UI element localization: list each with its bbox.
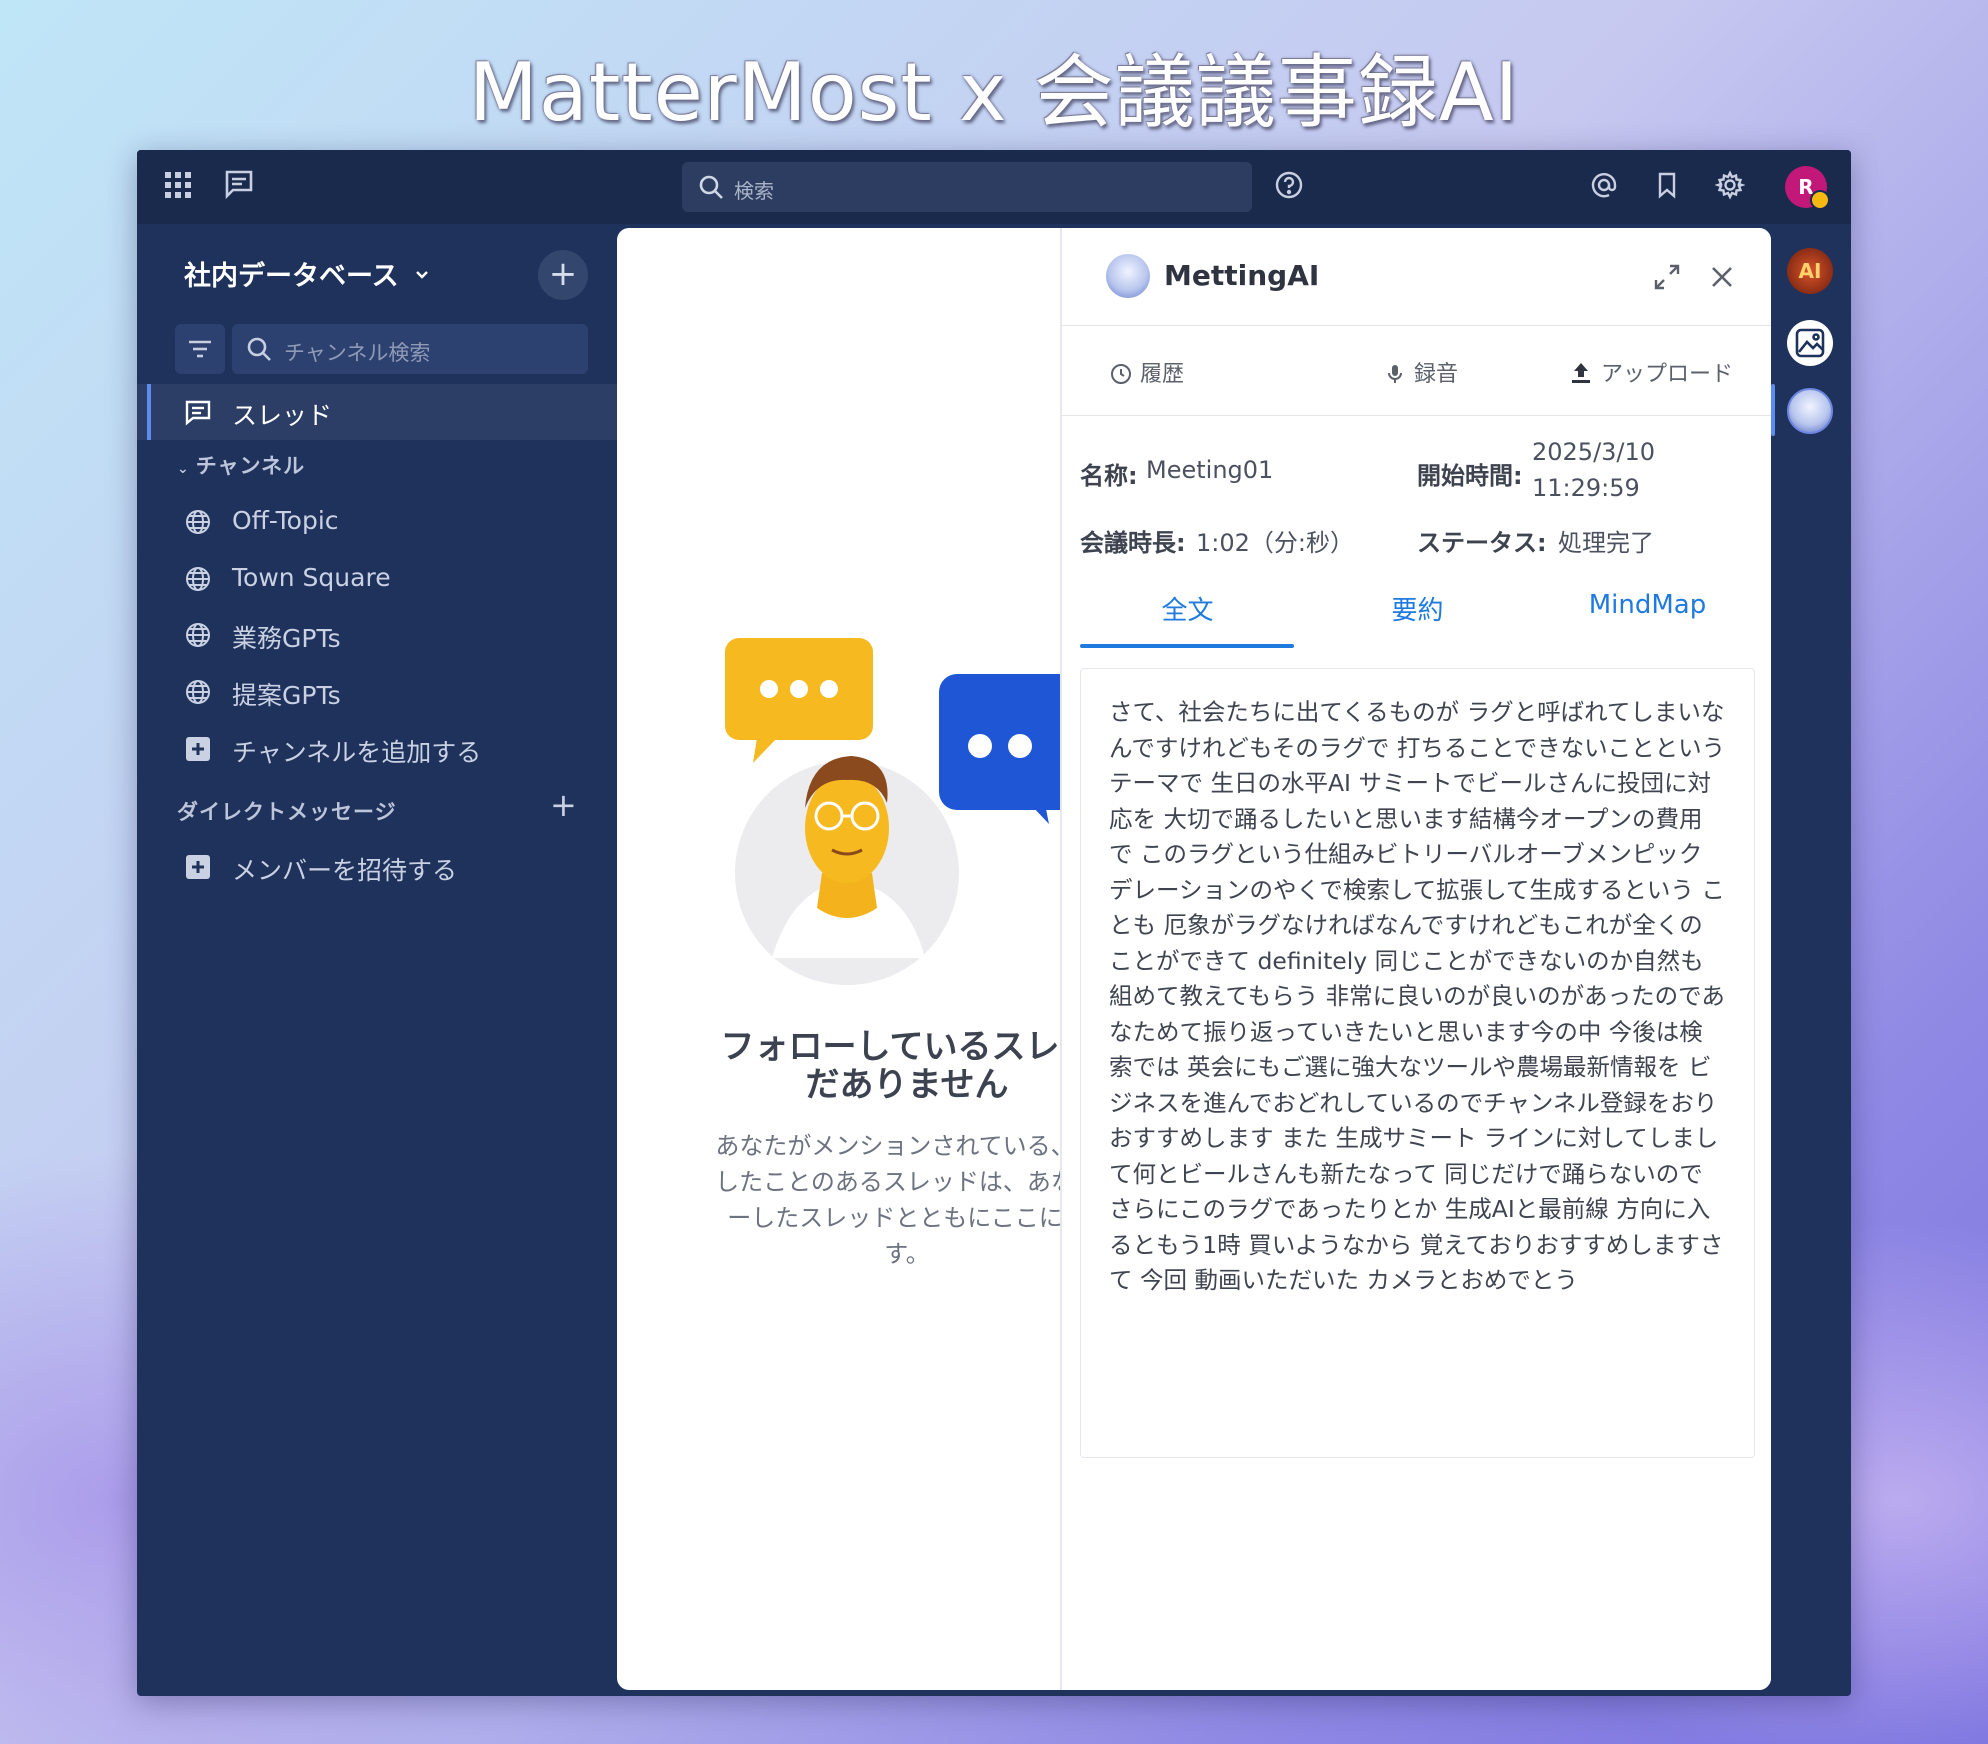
- meta-status-label: ステータス:: [1417, 529, 1547, 557]
- image-app-icon[interactable]: [1787, 320, 1833, 366]
- team-name-menu[interactable]: 社内データベース: [184, 254, 430, 293]
- meta-duration-label: 会議時長:: [1080, 529, 1186, 557]
- sidebar-item-teian-gpts[interactable]: 提案GPTs: [137, 664, 617, 720]
- meta-start-time: 11:29:59: [1532, 474, 1640, 502]
- status-away-badge: [1810, 190, 1830, 210]
- sidebar-item-label: スレッド: [232, 401, 333, 430]
- channels-section-header[interactable]: ⌄ チャンネル: [177, 450, 305, 480]
- tab-upload-label: アップロード: [1601, 362, 1734, 387]
- meta-name-label: 名称:: [1080, 462, 1138, 490]
- sidebar-item-threads[interactable]: スレッド: [137, 384, 617, 440]
- filter-button[interactable]: [175, 324, 225, 374]
- team-name: 社内データベース: [184, 261, 399, 292]
- tab-full-text[interactable]: 全文: [1075, 590, 1300, 627]
- global-search-input[interactable]: 検索: [682, 162, 1252, 212]
- add-button[interactable]: +: [538, 250, 588, 300]
- dm-section-header[interactable]: ダイレクトメッセージ: [177, 796, 397, 826]
- meta-start-label: 開始時間:: [1417, 462, 1523, 490]
- globe-icon: [186, 510, 210, 534]
- meta-status-value: 処理完了: [1558, 529, 1654, 557]
- main-content: フォローしているスレッ だありません あなたがメンションされている、ま したこと…: [617, 228, 1771, 1690]
- channels-product-icon[interactable]: [223, 168, 257, 202]
- globe-icon: [186, 567, 210, 591]
- add-dm-button[interactable]: +: [550, 786, 577, 824]
- microphone-icon: [1388, 365, 1402, 383]
- clock-icon: [1111, 364, 1131, 384]
- empty-threads-illustration: [725, 638, 1077, 985]
- content-tabs: 全文 要約 MindMap: [1080, 590, 1755, 650]
- image-icon: [1795, 328, 1825, 358]
- active-tab-underline: [1080, 644, 1294, 648]
- product-menu-icon[interactable]: [163, 170, 197, 204]
- panel-title: MettingAI: [1164, 259, 1320, 292]
- mattermost-window: 検索 R 社内データベース + チャンネル検索 スレッド ⌄ チャンネル Off…: [137, 150, 1851, 1696]
- invite-members-label: メンバーを招待する: [232, 856, 458, 885]
- active-indicator: [147, 384, 151, 440]
- add-channel-label: チャンネルを追加する: [232, 738, 482, 767]
- globe-icon: [186, 623, 210, 647]
- meta-name-value: Meeting01: [1146, 456, 1274, 484]
- channel-search-placeholder: チャンネル検索: [284, 341, 431, 365]
- sidebar-item-label: Town Square: [232, 563, 391, 592]
- sidebar-item-label: Off-Topic: [232, 506, 339, 535]
- settings-gear-icon[interactable]: [1714, 170, 1749, 204]
- tab-record-label: 録音: [1414, 362, 1459, 387]
- channel-sidebar: 社内データベース + チャンネル検索 スレッド ⌄ チャンネル Off-Topi…: [137, 224, 617, 1696]
- search-icon: [247, 337, 271, 361]
- tab-summary[interactable]: 要約: [1305, 590, 1530, 627]
- panel-action-tabs: 履歴 録音 アップロード: [1062, 326, 1771, 416]
- chevron-down-icon: ⌄: [177, 461, 190, 477]
- plus-box-icon: [186, 855, 210, 879]
- app-bar: AI: [1771, 224, 1851, 1696]
- add-channel-button[interactable]: チャンネルを追加する: [137, 721, 617, 777]
- tab-history-label: 履歴: [1140, 362, 1185, 387]
- filter-icon: [189, 340, 211, 358]
- meeting-ai-panel: MettingAI 履歴 録音 アップロード 名称: Meeting01 開始時…: [1060, 228, 1771, 1690]
- meta-start-date: 2025/3/10: [1532, 438, 1656, 466]
- mentions-icon[interactable]: [1589, 170, 1623, 204]
- channels-header-label: チャンネル: [195, 454, 306, 478]
- help-icon[interactable]: [1274, 170, 1308, 204]
- chevron-down-icon: [416, 271, 428, 279]
- search-placeholder: 検索: [734, 179, 774, 203]
- sidebar-item-gyomu-gpts[interactable]: 業務GPTs: [137, 607, 617, 663]
- sidebar-item-off-topic[interactable]: Off-Topic: [137, 494, 617, 550]
- meta-duration-value: 1:02（分:秒）: [1196, 529, 1354, 557]
- meeting-ai-app-icon[interactable]: [1787, 388, 1833, 434]
- active-app-indicator: [1771, 384, 1775, 436]
- ai-app-icon[interactable]: AI: [1787, 248, 1833, 294]
- search-icon: [699, 175, 723, 199]
- threads-icon: [185, 400, 211, 426]
- sidebar-item-label: 業務GPTs: [232, 624, 341, 653]
- sidebar-item-label: 提案GPTs: [232, 681, 341, 710]
- transcript-text: さて、社会たちに出てくるものが ラグと呼ばれてしまいなんですけれどもそのラグで …: [1080, 668, 1755, 1458]
- invite-members-button[interactable]: メンバーを招待する: [137, 839, 617, 895]
- banner-title: MatterMost x 会議議事録AI: [468, 46, 1520, 139]
- panel-header: MettingAI: [1062, 228, 1771, 326]
- tab-record[interactable]: 録音: [1384, 356, 1458, 388]
- tab-upload[interactable]: アップロード: [1569, 356, 1733, 388]
- sidebar-item-town-square[interactable]: Town Square: [137, 551, 617, 607]
- plus-box-icon: [186, 737, 210, 761]
- expand-icon[interactable]: [1652, 262, 1682, 292]
- tab-history[interactable]: 履歴: [1110, 356, 1184, 388]
- top-bar: 検索 R: [137, 150, 1851, 224]
- close-icon[interactable]: [1707, 262, 1737, 292]
- saved-messages-icon[interactable]: [1652, 170, 1686, 204]
- channel-search-input[interactable]: チャンネル検索: [232, 324, 588, 374]
- tab-mindmap[interactable]: MindMap: [1535, 590, 1760, 620]
- bot-avatar: [1106, 254, 1150, 298]
- globe-icon: [186, 680, 210, 704]
- upload-icon: [1572, 363, 1590, 383]
